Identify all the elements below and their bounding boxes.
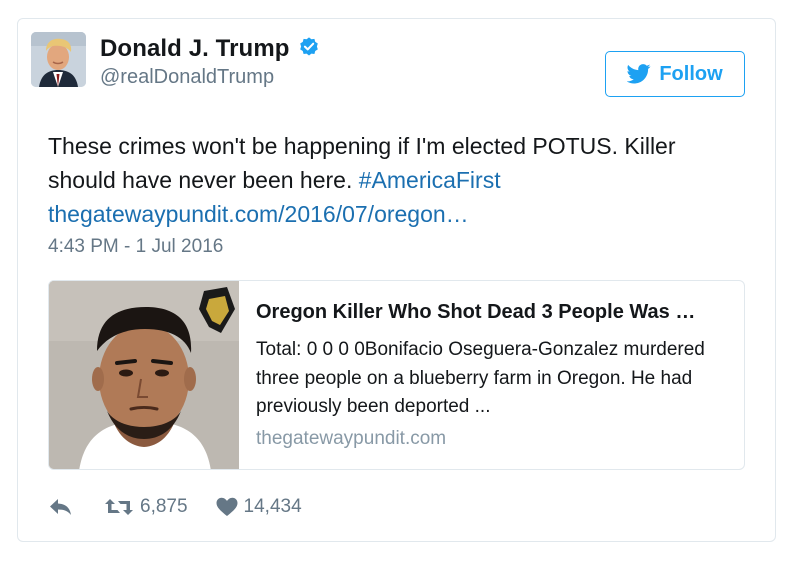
author-name-block: Donald J. Trump @realDonaldTrump: [100, 35, 320, 89]
link-domain: thegatewaypundit.com: [256, 428, 447, 449]
avatar-photo: [31, 32, 86, 87]
tweet-actions: 6,875 14,434: [48, 494, 302, 520]
author-display-name[interactable]: Donald J. Trump: [100, 35, 290, 62]
retweet-icon: [105, 499, 133, 515]
verified-badge-icon: [300, 37, 318, 56]
link-preview-card[interactable]: Oregon Killer Who Shot Dead 3 People Was…: [48, 280, 745, 470]
retweet-count: 6,875: [140, 496, 188, 517]
link-preview-body: Oregon Killer Who Shot Dead 3 People Was…: [256, 301, 731, 450]
reply-icon: [50, 499, 71, 515]
like-count: 14,434: [243, 496, 302, 517]
twitter-bird-icon: [627, 64, 651, 84]
heart-icon: [216, 497, 238, 516]
tweet-text: These crimes won't be happening if I'm e…: [48, 129, 748, 231]
link-title: Oregon Killer Who Shot Dead 3 People Was…: [256, 301, 696, 323]
article-link[interactable]: thegatewaypundit.com/2016/07/oregon…: [48, 201, 469, 227]
tweet-timestamp[interactable]: 4:43 PM - 1 Jul 2016: [48, 236, 223, 258]
mugshot-photo: [49, 281, 239, 469]
reply-button[interactable]: [48, 497, 74, 517]
author-handle[interactable]: @realDonaldTrump: [100, 66, 320, 89]
follow-button-label: Follow: [659, 62, 723, 85]
hashtag-link[interactable]: #AmericaFirst: [359, 167, 501, 193]
follow-button[interactable]: Follow: [605, 51, 745, 97]
like-button[interactable]: 14,434: [216, 496, 302, 518]
link-thumbnail: [49, 281, 239, 469]
retweet-button[interactable]: 6,875: [104, 496, 188, 518]
author-avatar[interactable]: [31, 32, 86, 87]
link-description: Total: 0 0 0 0Bonifacio Oseguera-Gonzale…: [256, 339, 705, 417]
